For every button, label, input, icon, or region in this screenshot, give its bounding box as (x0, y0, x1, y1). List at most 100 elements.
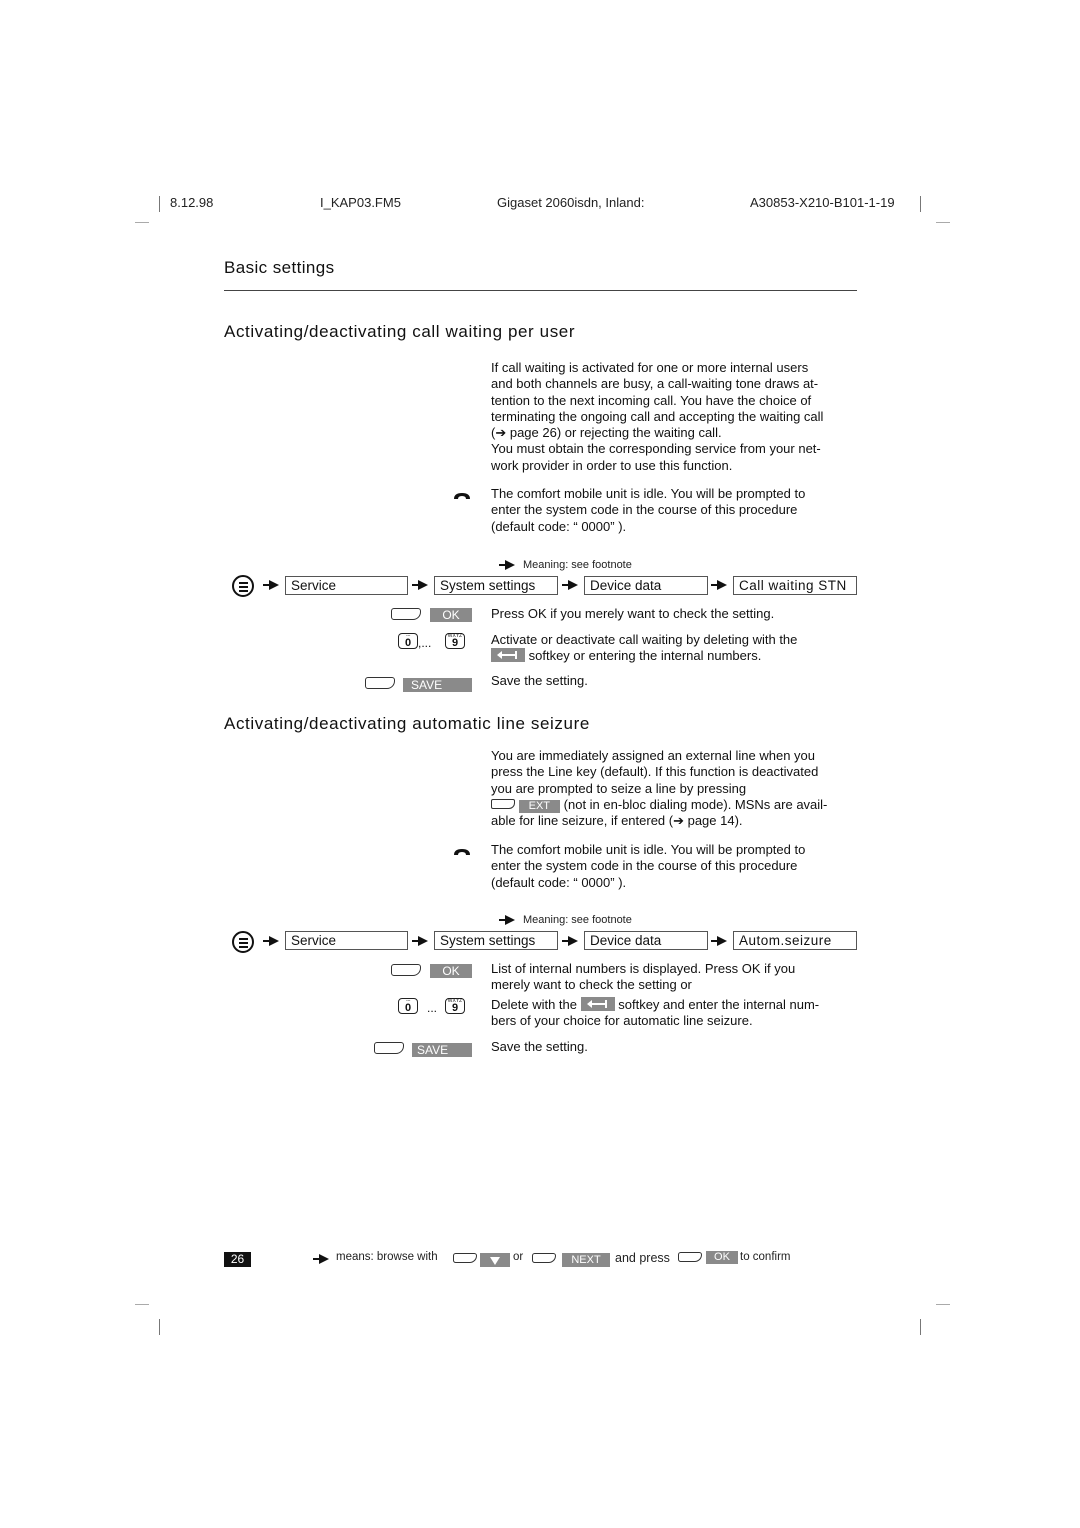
text-line: able for line seizure, if entered (➔ pag… (491, 813, 743, 829)
text-line: enter the system code in the course of t… (491, 502, 798, 518)
softkey-icon (374, 1042, 404, 1054)
browse-arrow-icon (263, 936, 279, 946)
section-intro: You are immediately assigned an external… (491, 748, 861, 829)
text-line: (➔ page 26) or rejecting the waiting cal… (491, 425, 722, 441)
header-date: 8.12.98 (170, 195, 214, 210)
softkey-icon (391, 964, 421, 976)
footer-to-confirm: to confirm (740, 1251, 791, 1263)
crop-mark (936, 1304, 950, 1305)
browse-arrow-icon (412, 936, 428, 946)
crop-mark (159, 1319, 160, 1335)
section-intro: If call waiting is activated for one or … (491, 360, 861, 474)
text-line: You must obtain the corresponding servic… (491, 441, 821, 457)
softkey-icon (678, 1252, 702, 1262)
menu-item-autom-seizure[interactable]: Autom.seizure (733, 931, 857, 950)
digit-key-0[interactable]: ·– 0 (398, 633, 418, 649)
menu-item-service[interactable]: Service (285, 931, 408, 950)
section-title: Activating/deactivating automatic line s… (224, 714, 590, 733)
chapter-rule (224, 290, 857, 291)
text-line: you are prompted to seize a line by pres… (491, 780, 747, 796)
key-letters: WXYZ (447, 633, 463, 639)
browse-arrow-icon (711, 936, 727, 946)
header-file: I_KAP03.FM5 (320, 195, 401, 210)
ok-key[interactable]: OK (706, 1251, 738, 1264)
menu-key-icon (232, 575, 254, 597)
text-line: press the Line key (default). If this fu… (491, 764, 819, 780)
down-arrow-icon (490, 1257, 500, 1265)
ok-key[interactable]: OK (430, 964, 472, 978)
text-line: (not in en-bloc dialing mode). MSNs are … (563, 796, 828, 812)
softkey-icon (365, 677, 395, 689)
crop-mark (936, 222, 950, 223)
footer-means: means: browse with (336, 1251, 438, 1263)
step-text: Save the setting. (491, 1039, 588, 1054)
step-text: Activate or deactivate call waiting by d… (491, 632, 861, 665)
menu-item-call-waiting-stn[interactable]: Call waiting STN (733, 576, 857, 595)
text-line: You are immediately assigned an external… (491, 748, 815, 763)
idle-instructions: The comfort mobile unit is idle. You wil… (491, 486, 861, 535)
softkey-icon (453, 1253, 477, 1263)
browse-arrow-icon (263, 580, 279, 590)
text-line: tention to the next incoming call. You h… (491, 392, 812, 408)
save-key[interactable]: SAVE (412, 1043, 472, 1057)
step-text: Press OK if you merely want to check the… (491, 606, 775, 621)
footer-and-press: and press (615, 1251, 670, 1265)
step-text: Save the setting. (491, 673, 588, 688)
browse-arrow-icon (562, 936, 578, 946)
browse-arrow-icon (711, 580, 727, 590)
handset-idle-icon (454, 849, 470, 855)
text-line: (default code: “ 0000” ). (491, 874, 627, 890)
ext-key[interactable]: EXT (518, 799, 561, 813)
text-line: Activate or deactivate call waiting by d… (491, 632, 798, 647)
idle-instructions: The comfort mobile unit is idle. You wil… (491, 842, 861, 891)
text-line: (default code: “ 0000” ). (491, 518, 627, 534)
down-arrow-key[interactable] (480, 1253, 510, 1267)
footnote-hint: Meaning: see footnote (523, 914, 632, 926)
footer-or: or (513, 1251, 524, 1263)
step-text: List of internal numbers is displayed. P… (491, 961, 861, 994)
text-line: terminating the ongoing call and accepti… (491, 408, 824, 424)
browse-arrow-icon (562, 580, 578, 590)
softkey-icon (391, 608, 421, 620)
browse-arrow-icon (499, 915, 515, 925)
step-text: Delete with the softkey and enter the in… (491, 997, 861, 1030)
crop-mark (159, 196, 160, 212)
menu-item-system-settings[interactable]: System settings (434, 576, 558, 595)
digit-key-0[interactable]: ·– 0 (398, 998, 418, 1014)
menu-item-service[interactable]: Service (285, 576, 408, 595)
handset-idle-icon (454, 493, 470, 499)
range-ellipsis: ... (427, 1001, 438, 1015)
text-line: bers of your choice for automatic line s… (491, 1013, 753, 1029)
menu-item-device-data[interactable]: Device data (584, 576, 708, 595)
text-line: enter the system code in the course of t… (491, 858, 798, 874)
ok-key[interactable]: OK (430, 608, 472, 622)
menu-key-icon (232, 931, 254, 953)
text-line: If call waiting is activated for one or … (491, 360, 809, 375)
crop-mark (135, 222, 149, 223)
menu-item-system-settings[interactable]: System settings (434, 931, 558, 950)
digit-key-9[interactable]: WXYZ 9 (445, 998, 465, 1014)
browse-arrow-icon (412, 580, 428, 590)
footnote-hint: Meaning: see footnote (523, 559, 632, 571)
next-key[interactable]: NEXT (562, 1253, 610, 1267)
header-product: Gigaset 2060isdn, Inland: (497, 195, 645, 210)
softkey-icon (491, 798, 515, 809)
key-letters: WXYZ (447, 998, 463, 1004)
text-line: Delete with the (491, 997, 577, 1012)
text-line: softkey or entering the internal numbers… (528, 648, 762, 664)
crop-mark (920, 1319, 921, 1335)
text-line: and both channels are busy, a call-waiti… (491, 376, 819, 392)
crop-mark (920, 196, 921, 212)
chapter-title: Basic settings (224, 258, 335, 277)
softkey-icon (532, 1253, 556, 1263)
crop-mark (135, 1304, 149, 1305)
digit-key-9[interactable]: WXYZ 9 (445, 633, 465, 649)
text-line: softkey and enter the internal num- (618, 997, 820, 1012)
header-doc-number: A30853-X210-B101-1-19 (750, 195, 895, 210)
text-line: The comfort mobile unit is idle. You wil… (491, 486, 806, 501)
text-line: work provider in order to use this funct… (491, 457, 733, 473)
range-ellipsis: ,... (418, 636, 432, 650)
save-key[interactable]: SAVE (403, 678, 472, 692)
menu-item-device-data[interactable]: Device data (584, 931, 708, 950)
text-line: List of internal numbers is displayed. P… (491, 961, 796, 976)
